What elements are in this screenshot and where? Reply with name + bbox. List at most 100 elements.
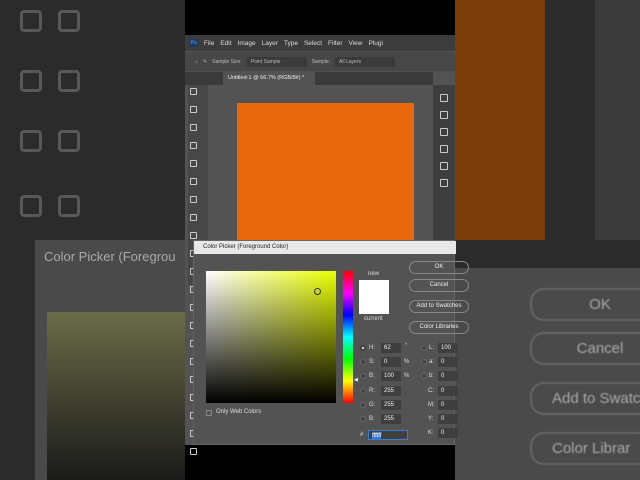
- s-unit: %: [404, 359, 410, 365]
- blurred-dialog-title: Color Picker (Foregrou: [44, 249, 176, 264]
- magic-wand-icon[interactable]: [190, 142, 197, 149]
- color-picker-dialog: Color Picker (Foreground Color) ◀ new cu…: [193, 240, 469, 445]
- radio-s[interactable]: [360, 359, 366, 365]
- blurred-background-right: OK Cancel Add to Swatch Color Librar: [455, 0, 640, 480]
- blurred-ok-button: OK: [530, 288, 640, 321]
- lab-b-input[interactable]: 0: [438, 371, 458, 381]
- color-libraries-button[interactable]: Color Libraries: [409, 321, 469, 334]
- menu-edit[interactable]: Edit: [220, 40, 231, 47]
- h-label: H:: [369, 345, 375, 351]
- ps-logo-icon: Ps: [190, 39, 198, 47]
- sample-select[interactable]: All Layers: [335, 56, 396, 67]
- panel-icon[interactable]: [440, 128, 448, 136]
- current-label: current: [364, 316, 383, 322]
- menu-image[interactable]: Image: [238, 40, 256, 47]
- a-input[interactable]: 0: [438, 357, 458, 367]
- menu-view[interactable]: View: [349, 40, 363, 47]
- info-icon[interactable]: [440, 145, 448, 153]
- m-input[interactable]: 0: [438, 400, 458, 410]
- panel-icon[interactable]: [440, 111, 448, 119]
- sample-size-label: Sample Size:: [212, 58, 242, 65]
- m-label: M:: [428, 402, 435, 408]
- y-input[interactable]: 0: [438, 414, 458, 424]
- c-label: C:: [428, 388, 434, 394]
- gradient-icon: [20, 70, 42, 92]
- g-input[interactable]: 255: [381, 400, 401, 410]
- l-label: L:: [429, 345, 435, 351]
- g-label: G:: [369, 402, 376, 408]
- k-input[interactable]: 0: [438, 428, 458, 438]
- blurred-dialog: Color Picker (Foregrou: [35, 240, 185, 480]
- hue-slider-handle[interactable]: ◀: [354, 377, 358, 383]
- s-input[interactable]: 0: [381, 357, 401, 367]
- marquee-icon[interactable]: [190, 106, 197, 113]
- eyedropper-tool-icon[interactable]: [190, 196, 197, 203]
- layers-icon[interactable]: [440, 179, 448, 187]
- s-label: S:: [369, 359, 375, 365]
- c-input[interactable]: 0: [438, 386, 458, 396]
- radio-a[interactable]: [421, 359, 427, 365]
- zoom-tool-icon[interactable]: [190, 448, 197, 455]
- hex-label: #: [360, 432, 364, 438]
- hue-slider[interactable]: [343, 271, 353, 403]
- color-cursor[interactable]: [314, 288, 321, 295]
- blurred-libraries-button: Color Librar: [530, 432, 640, 465]
- blurred-background-left: Color Picker (Foregrou: [0, 0, 185, 480]
- only-web-colors-label: Only Web Colors: [216, 409, 262, 415]
- r-input[interactable]: 255: [381, 386, 401, 396]
- h-input[interactable]: 62: [381, 343, 401, 353]
- radio-r[interactable]: [360, 388, 366, 394]
- blurred-panel: [595, 0, 640, 240]
- blur-icon: [58, 70, 80, 92]
- panel-icon[interactable]: [440, 94, 448, 102]
- lasso-icon[interactable]: [190, 124, 197, 131]
- l-input[interactable]: 100: [438, 343, 458, 353]
- brush-icon: [20, 10, 42, 32]
- type-icon: [58, 130, 80, 152]
- hex-input[interactable]: ffffff: [368, 430, 408, 440]
- radio-l[interactable]: [421, 345, 427, 351]
- home-icon[interactable]: ⌂: [195, 59, 198, 65]
- sample-size-select[interactable]: Point Sample: [246, 56, 307, 67]
- radio-h[interactable]: [360, 345, 366, 351]
- new-label: new: [368, 271, 380, 277]
- color-field[interactable]: [206, 271, 336, 403]
- blurred-add-button: Add to Swatch: [530, 382, 640, 415]
- blue-label: B:: [369, 416, 375, 422]
- crop-icon[interactable]: [190, 160, 197, 167]
- adjust-icon[interactable]: [440, 162, 448, 170]
- frame-icon[interactable]: [190, 178, 197, 185]
- pen-icon: [20, 130, 42, 152]
- radio-b[interactable]: [360, 373, 366, 379]
- radio-blue[interactable]: [360, 416, 366, 422]
- hex-value: ffffff: [372, 433, 382, 439]
- canvas[interactable]: [237, 103, 414, 243]
- ok-button[interactable]: OK: [409, 261, 469, 274]
- h-unit: °: [405, 343, 408, 349]
- a-label: a:: [429, 359, 435, 365]
- radio-lab-b[interactable]: [421, 373, 427, 379]
- b-input[interactable]: 100: [381, 371, 401, 381]
- radio-g[interactable]: [360, 402, 366, 408]
- add-to-swatches-button[interactable]: Add to Swatches: [409, 300, 469, 313]
- menu-type[interactable]: Type: [284, 40, 298, 47]
- eyedropper-icon[interactable]: ✎: [203, 59, 207, 65]
- sample-label: Sample:: [311, 58, 331, 65]
- b-label: B:: [369, 373, 375, 379]
- dialog-title: Color Picker (Foreground Color): [194, 241, 456, 254]
- menu-layer[interactable]: Layer: [262, 40, 278, 47]
- healing-icon[interactable]: [190, 214, 197, 221]
- document-tab[interactable]: Untitled-1 @ 66.7% (RGB/8#) *: [223, 72, 315, 85]
- brush-tool-icon[interactable]: [190, 232, 197, 239]
- cancel-button[interactable]: Cancel: [409, 279, 469, 292]
- hand-icon: [20, 195, 42, 217]
- blurred-canvas: [455, 0, 545, 240]
- move-icon[interactable]: [190, 88, 197, 95]
- menu-select[interactable]: Select: [304, 40, 322, 47]
- blurred-cancel-button: Cancel: [530, 332, 640, 365]
- only-web-colors-checkbox[interactable]: [206, 410, 212, 416]
- menu-plugins[interactable]: Plugi: [368, 40, 382, 47]
- blue-input[interactable]: 255: [381, 414, 401, 424]
- menu-file[interactable]: File: [204, 40, 214, 47]
- menu-filter[interactable]: Filter: [328, 40, 342, 47]
